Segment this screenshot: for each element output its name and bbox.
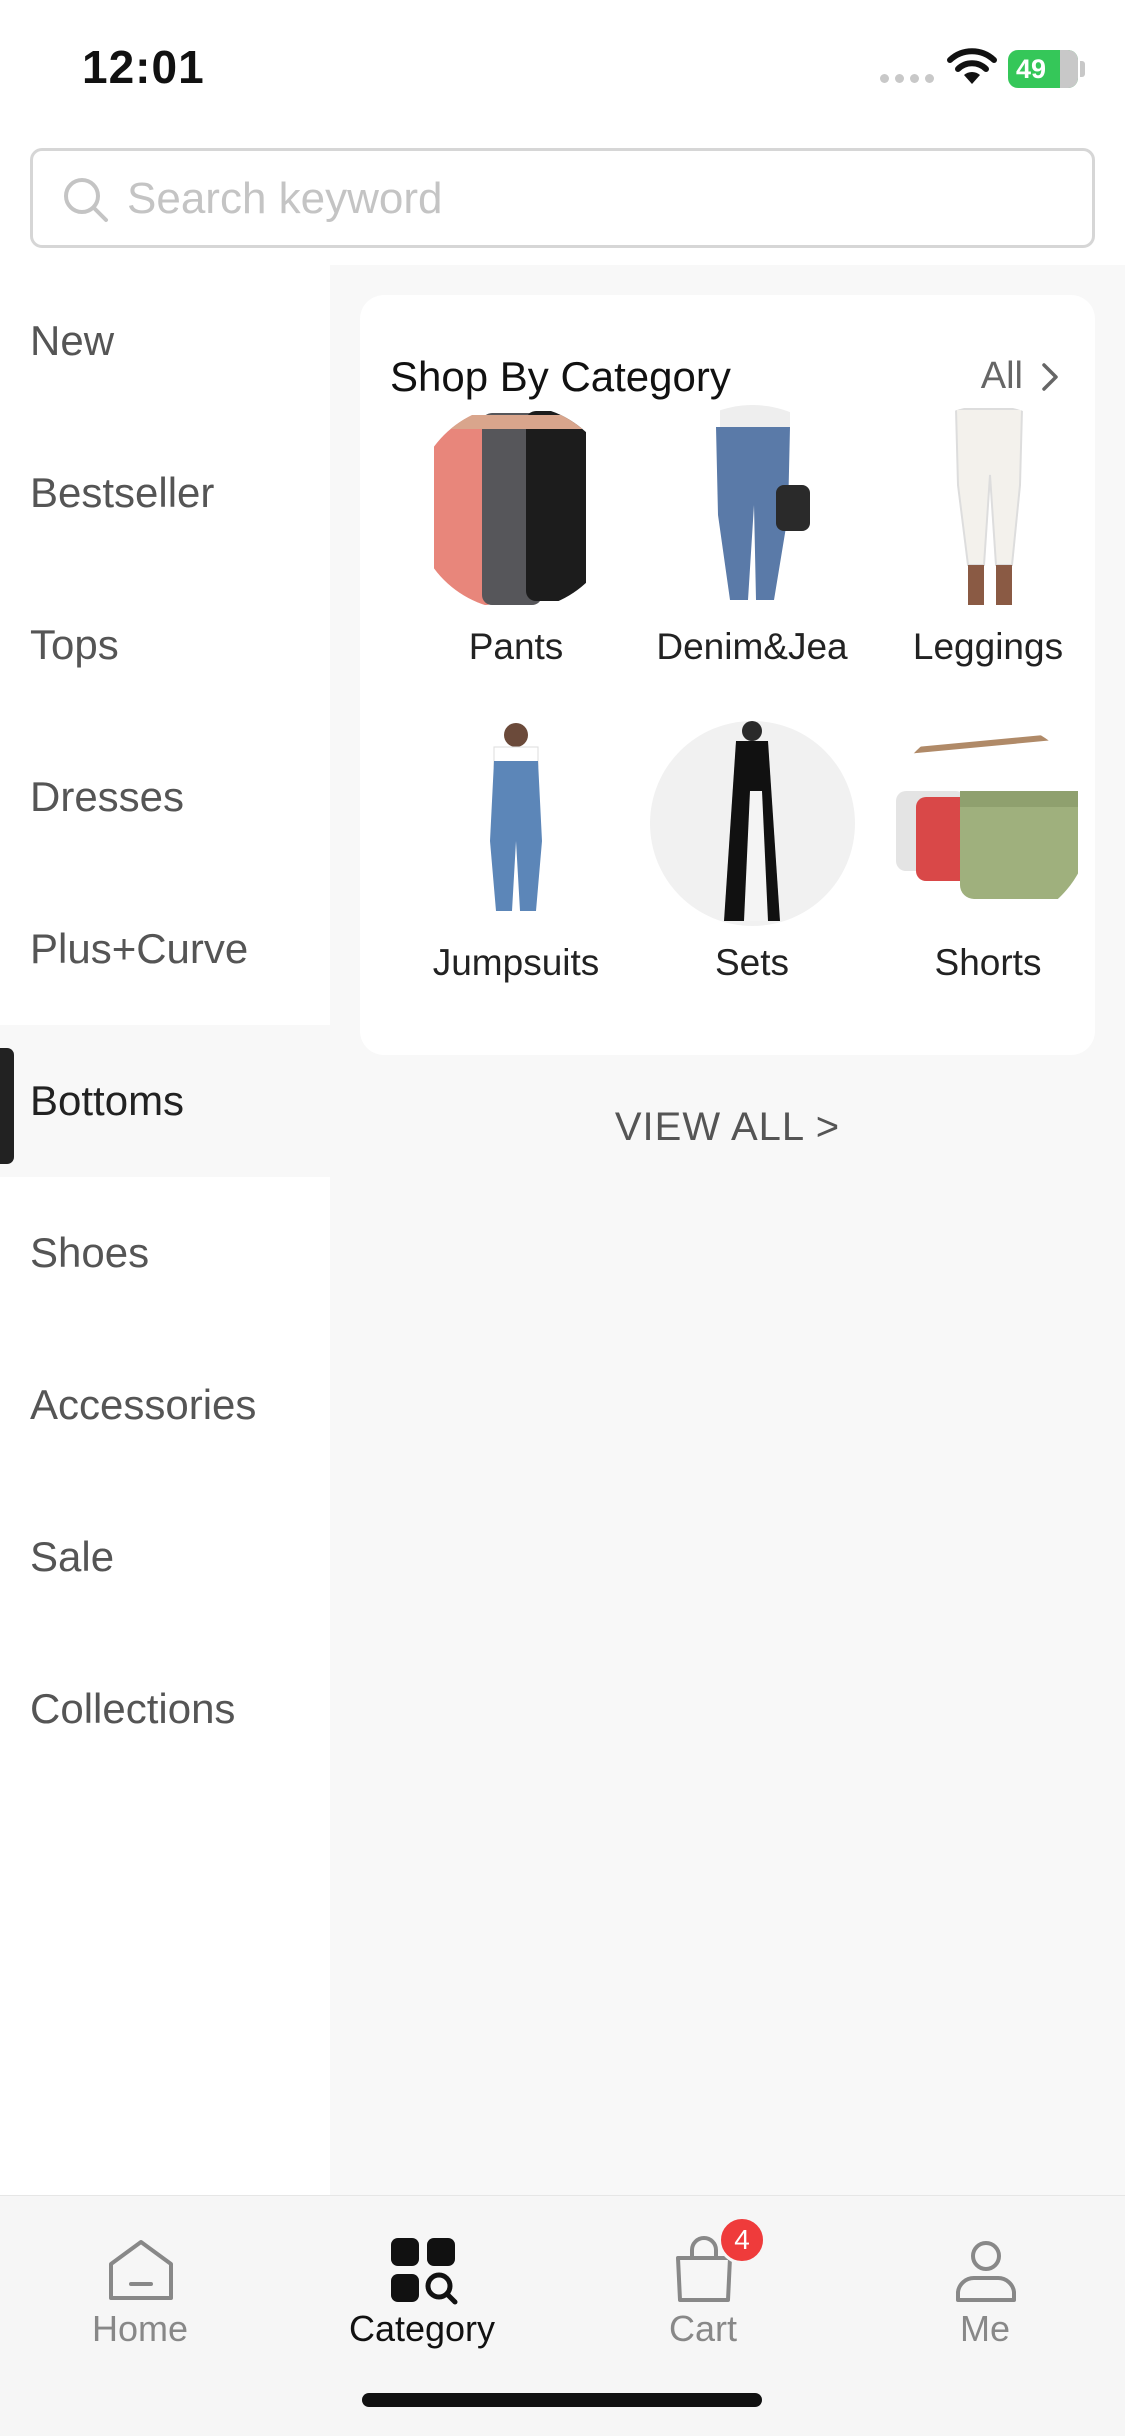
card-title: Shop By Category: [390, 353, 731, 400]
sets-image: [649, 721, 855, 926]
sidebar-item-shoes[interactable]: Shoes: [0, 1177, 330, 1329]
sidebar-item-label: Accessories: [30, 1381, 257, 1428]
wifi-icon: [947, 48, 997, 84]
sidebar-item-collections[interactable]: Collections: [0, 1633, 330, 1785]
sidebar-item-bestseller[interactable]: Bestseller: [0, 417, 330, 569]
leggings-image: [886, 405, 1091, 610]
tab-label: Me: [959, 2308, 1010, 2349]
status-bar: 12:01 49: [0, 0, 1125, 140]
sidebar-item-dresses[interactable]: Dresses: [0, 721, 330, 873]
battery-icon: 49: [1008, 50, 1078, 88]
sidebar-item-label: Bottoms: [30, 1077, 185, 1124]
search-icon: [64, 178, 108, 222]
battery-level: 49: [1016, 53, 1047, 84]
sidebar-item-label: Dresses: [30, 773, 185, 820]
sidebar-item-bottoms[interactable]: Bottoms: [0, 1025, 330, 1177]
home-indicator: [362, 2393, 762, 2407]
category-label: Denim&Jea: [656, 626, 848, 667]
tab-me[interactable]: Me: [845, 2196, 1125, 2356]
category-label: Sets: [714, 942, 790, 983]
category-label: Pants: [468, 626, 564, 667]
sidebar-item-label: Bestseller: [30, 469, 215, 516]
sidebar-item-label: Plus+Curve: [30, 925, 249, 972]
category-item-jumpsuits[interactable]: Jumpsuits: [406, 721, 626, 984]
tab-cart[interactable]: 4 Cart: [563, 2196, 843, 2356]
denim-image: [650, 405, 855, 610]
tab-label: Category: [348, 2308, 496, 2349]
sidebar-item-label: Sale: [30, 1533, 115, 1580]
category-item-sets[interactable]: Sets: [642, 721, 862, 984]
sidebar-item-new[interactable]: New: [0, 265, 330, 417]
profile-icon: [956, 2241, 1016, 2302]
pants-image: [414, 405, 619, 610]
tab-label: Cart: [668, 2308, 737, 2349]
tab-category[interactable]: Category: [282, 2196, 562, 2356]
home-icon: [109, 2240, 173, 2300]
shop-by-category-card: Shop By Category All Pants Denim&Jea Leg…: [360, 295, 1095, 1055]
sidebar-item-label: Tops: [30, 621, 119, 668]
sidebar-item-tops[interactable]: Tops: [0, 569, 330, 721]
search-input[interactable]: [127, 167, 1067, 231]
search-bar[interactable]: [30, 148, 1095, 248]
category-item-leggings[interactable]: Leggings: [878, 405, 1098, 668]
shorts-image: [886, 721, 1091, 926]
category-label: Jumpsuits: [432, 942, 600, 983]
tab-home[interactable]: Home: [0, 2196, 280, 2356]
category-sidebar: New Bestseller Tops Dresses Plus+Curve B…: [0, 265, 330, 2195]
category-icon: [391, 2238, 458, 2305]
cellular-signal-icon: [880, 74, 934, 83]
sidebar-item-accessories[interactable]: Accessories: [0, 1329, 330, 1481]
sidebar-item-plus-curve[interactable]: Plus+Curve: [0, 873, 330, 1025]
category-item-pants[interactable]: Pants: [406, 405, 626, 668]
app-screen: 12:01 49 New Bestseller Tops Dresses Plu…: [0, 0, 1125, 2436]
category-label: Shorts: [934, 942, 1042, 983]
sidebar-item-label: Collections: [30, 1685, 236, 1732]
category-label: Leggings: [912, 626, 1064, 667]
sidebar-item-label: New: [30, 317, 115, 364]
category-item-shorts[interactable]: Shorts: [878, 721, 1098, 984]
category-content: Shop By Category All Pants Denim&Jea Leg…: [330, 265, 1125, 2195]
sidebar-item-sale[interactable]: Sale: [0, 1481, 330, 1633]
category-item-denim[interactable]: Denim&Jea: [642, 405, 862, 668]
tab-label: Home: [91, 2308, 189, 2349]
all-link[interactable]: All: [981, 355, 1023, 398]
chevron-right-icon[interactable]: [1035, 359, 1065, 395]
cart-badge: 4: [718, 2216, 766, 2264]
view-all-link[interactable]: VIEW ALL >: [330, 1105, 1125, 1150]
jumpsuits-image: [414, 721, 619, 926]
status-time: 12:01: [82, 41, 205, 93]
sidebar-item-label: Shoes: [30, 1229, 150, 1276]
sidebar-active-indicator: [0, 1048, 14, 1164]
